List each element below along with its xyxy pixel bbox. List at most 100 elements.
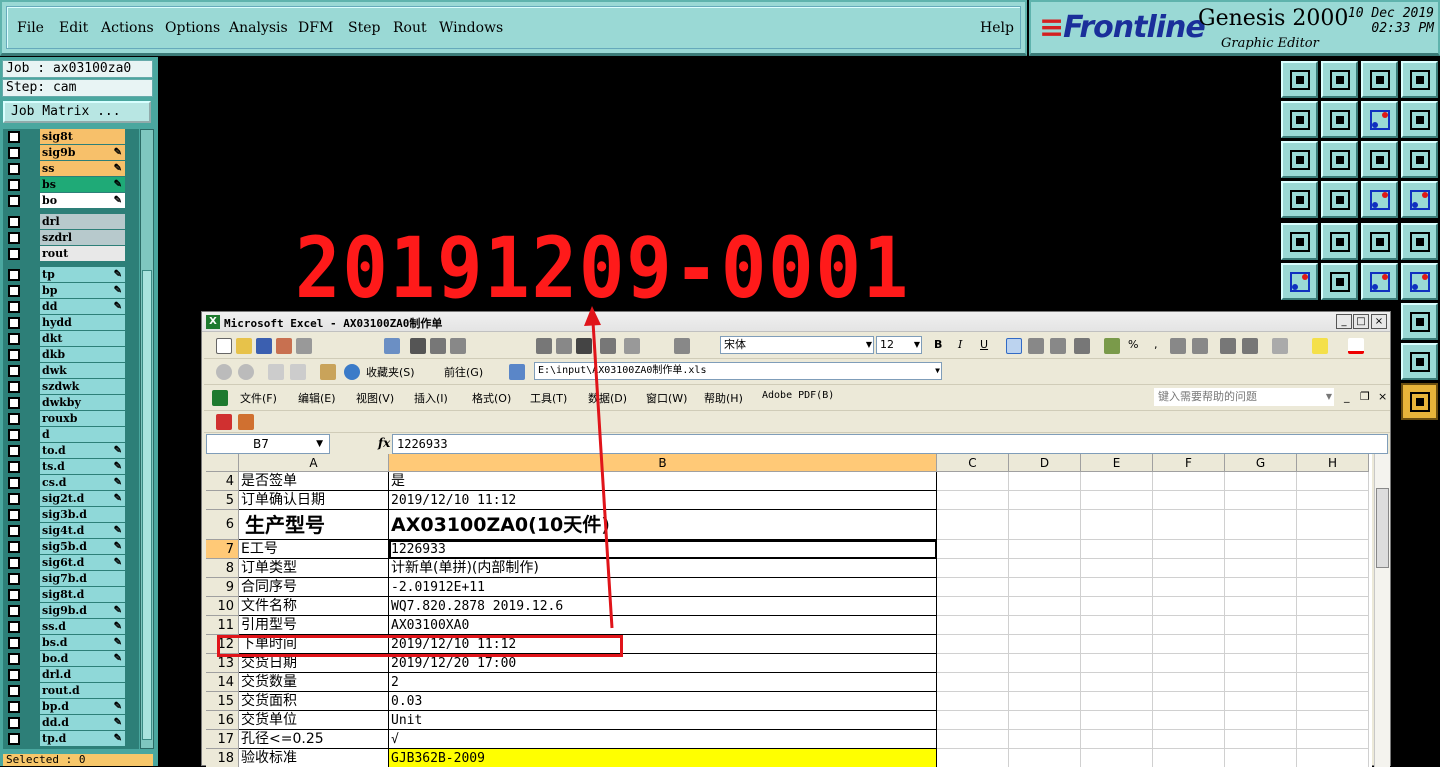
cell-label[interactable]: 订单确认日期	[239, 491, 389, 510]
cell-value[interactable]: 是	[389, 472, 937, 491]
layer-row[interactable]: tp.d ✎	[3, 731, 139, 746]
layer-checkbox[interactable]	[8, 637, 20, 649]
empty-cell[interactable]	[1225, 673, 1297, 692]
layer-checkbox[interactable]	[8, 365, 20, 377]
layer-row[interactable]: bp ✎	[3, 283, 139, 298]
column-header[interactable]: C	[937, 454, 1009, 472]
layer-checkbox[interactable]	[8, 557, 20, 569]
tool-button[interactable]	[1281, 61, 1318, 98]
excel-menu-help[interactable]: 帮助(H)	[704, 390, 743, 406]
layer-row[interactable]: sig6t.d ✎	[3, 555, 139, 570]
empty-cell[interactable]	[937, 597, 1009, 616]
layer-row[interactable]: rout.d	[3, 683, 139, 698]
cell-label[interactable]: 交货面积	[239, 692, 389, 711]
layer-name[interactable]: dkt	[40, 331, 125, 346]
layer-checkbox[interactable]	[8, 445, 20, 457]
layer-name[interactable]: tp ✎	[40, 267, 125, 282]
column-header[interactable]: B	[389, 454, 937, 472]
empty-cell[interactable]	[1225, 711, 1297, 730]
row-header[interactable]: 18	[206, 749, 239, 767]
layer-checkbox[interactable]	[8, 541, 20, 553]
layer-row[interactable]: tp ✎	[3, 267, 139, 282]
spreadsheet-grid[interactable]: A B C D E F G H 4 是否签单是 5 订单确认日期 2019/12/10 11:12 6 生产…	[206, 454, 1372, 767]
tool-button[interactable]	[1281, 263, 1318, 300]
tool-button[interactable]	[1321, 223, 1358, 260]
select-all-corner[interactable]	[206, 454, 239, 472]
cell-label[interactable]: 生产型号	[239, 510, 389, 540]
tool-button[interactable]	[1401, 383, 1438, 420]
cell-value[interactable]: Unit	[389, 711, 937, 730]
layer-row[interactable]: sig5b.d ✎	[3, 539, 139, 554]
tool-button[interactable]	[1281, 181, 1318, 218]
layer-row[interactable]: szdwk	[3, 379, 139, 394]
column-header[interactable]: F	[1153, 454, 1225, 472]
empty-cell[interactable]	[1081, 654, 1153, 673]
tool-button[interactable]	[1321, 141, 1358, 178]
layer-checkbox[interactable]	[8, 381, 20, 393]
layer-checkbox[interactable]	[8, 413, 20, 425]
row-header[interactable]: 5	[206, 491, 239, 510]
cell-label[interactable]: 交货数量	[239, 673, 389, 692]
line-icon[interactable]	[556, 338, 572, 354]
layer-row[interactable]: sig8t.d	[3, 587, 139, 602]
row-header[interactable]: 10	[206, 597, 239, 616]
layer-checkbox[interactable]	[8, 509, 20, 521]
favorites-menu[interactable]: 收藏夹(S)	[366, 364, 415, 380]
layer-name[interactable]: dwk	[40, 363, 125, 378]
permission-icon[interactable]	[276, 338, 292, 354]
tool-button[interactable]	[1401, 101, 1438, 138]
increase-decimal-icon[interactable]	[1170, 338, 1186, 354]
borders-icon[interactable]	[1272, 338, 1288, 354]
layer-row[interactable]: sig9b.d ✎	[3, 603, 139, 618]
pen-icon[interactable]	[624, 338, 640, 354]
layer-name[interactable]: dkb	[40, 347, 125, 362]
empty-cell[interactable]	[937, 491, 1009, 510]
cell-value[interactable]: 1226933	[389, 540, 937, 559]
empty-cell[interactable]	[1009, 654, 1081, 673]
empty-cell[interactable]	[937, 654, 1009, 673]
empty-cell[interactable]	[1153, 711, 1225, 730]
empty-cell[interactable]	[1081, 635, 1153, 654]
row-header[interactable]: 7	[206, 540, 239, 559]
layer-row[interactable]: bs ✎	[3, 177, 139, 192]
empty-cell[interactable]	[1297, 472, 1369, 491]
layer-row[interactable]: to.d ✎	[3, 443, 139, 458]
layer-row[interactable]: bo ✎	[3, 193, 139, 208]
layer-name[interactable]: drl.d	[40, 667, 125, 682]
layer-checkbox[interactable]	[8, 349, 20, 361]
tool-button[interactable]	[1361, 141, 1398, 178]
empty-cell[interactable]	[1297, 692, 1369, 711]
layer-row[interactable]: dwkby	[3, 395, 139, 410]
doc-minimize-button[interactable]: _	[1344, 390, 1350, 403]
layer-checkbox[interactable]	[8, 248, 20, 260]
empty-cell[interactable]	[1081, 510, 1153, 540]
cell-value[interactable]: √	[389, 730, 937, 749]
cell-label[interactable]: 文件名称	[239, 597, 389, 616]
menu-rout[interactable]: Rout	[393, 20, 427, 36]
empty-cell[interactable]	[937, 578, 1009, 597]
layer-row[interactable]: dwk	[3, 363, 139, 378]
empty-cell[interactable]	[1225, 730, 1297, 749]
empty-cell[interactable]	[1009, 491, 1081, 510]
layer-row[interactable]: bs.d ✎	[3, 635, 139, 650]
empty-cell[interactable]	[1081, 472, 1153, 491]
tool-button[interactable]	[1401, 223, 1438, 260]
layer-name[interactable]: d	[40, 427, 125, 442]
select-icon[interactable]	[600, 338, 616, 354]
layer-checkbox[interactable]	[8, 573, 20, 585]
column-header[interactable]: H	[1297, 454, 1369, 472]
layer-name[interactable]: sig7b.d	[40, 571, 125, 586]
tool-button[interactable]	[1401, 343, 1438, 380]
empty-cell[interactable]	[1225, 578, 1297, 597]
layer-row[interactable]: sig4t.d ✎	[3, 523, 139, 538]
cell-label[interactable]: 引用型号	[239, 616, 389, 635]
layer-checkbox[interactable]	[8, 605, 20, 617]
doc-restore-button[interactable]: ❐	[1360, 390, 1370, 403]
layer-row[interactable]: dkt	[3, 331, 139, 346]
layer-checkbox[interactable]	[8, 163, 20, 175]
excel-menu-insert[interactable]: 插入(I)	[414, 390, 448, 406]
row-header[interactable]: 17	[206, 730, 239, 749]
cell-label[interactable]: 交货单位	[239, 711, 389, 730]
excel-menu-file[interactable]: 文件(F)	[240, 390, 277, 406]
pie-icon[interactable]	[430, 338, 446, 354]
